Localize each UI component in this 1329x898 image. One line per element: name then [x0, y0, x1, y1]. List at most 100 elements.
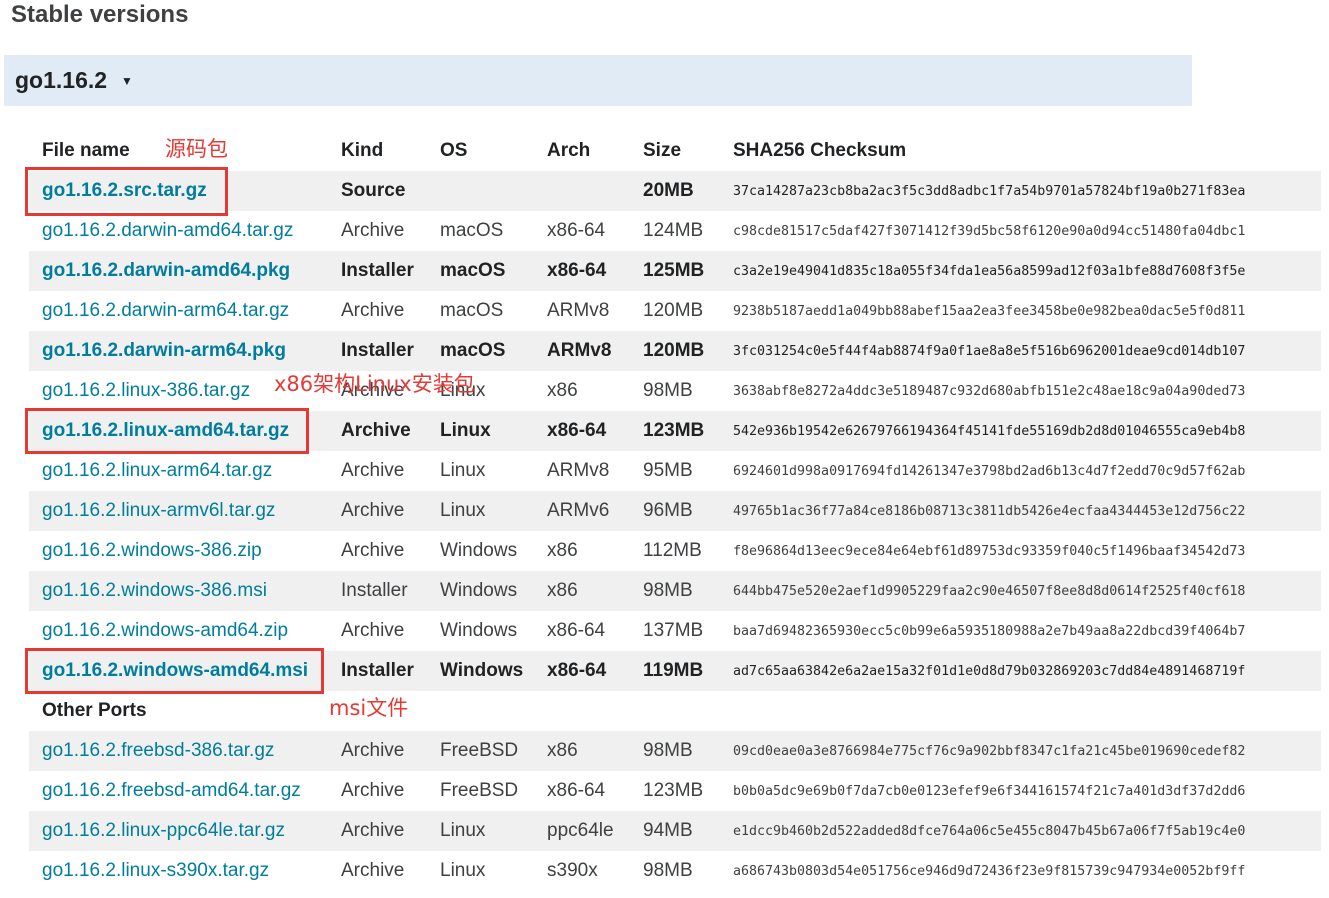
table-row: go1.16.2.darwin-amd64.tar.gz Archive macOS…	[29, 211, 1321, 251]
table-row: go1.16.2.windows-386.msi Installer Windows…	[29, 571, 1321, 611]
arch-cell	[547, 171, 643, 211]
kind-cell: Source	[341, 171, 440, 211]
kind-cell: Archive	[341, 491, 440, 531]
arch-cell: x86-64	[547, 620, 606, 641]
size-cell: 125MB	[643, 251, 733, 291]
kind-cell: Installer	[341, 251, 440, 291]
file-name-cell: go1.16.2.windows-amd64.zip	[29, 611, 341, 651]
other-ports-heading: Other Ports	[29, 691, 1321, 731]
file-name-cell: go1.16.2.darwin-arm64.tar.gz	[29, 291, 341, 331]
column-header-checksum: SHA256 Checksum	[733, 140, 907, 161]
download-link[interactable]: go1.16.2.darwin-arm64.pkg	[42, 340, 286, 361]
table-row: go1.16.2.darwin-amd64.pkg Installer macOS x…	[29, 251, 1321, 291]
column-header-os: OS	[440, 140, 468, 161]
other-ports-row: Other Ports	[29, 691, 1321, 731]
annotation-box-windows-msi	[25, 648, 324, 694]
file-name-cell: go1.16.2.darwin-arm64.pkg	[29, 331, 341, 371]
size-cell: 119MB	[643, 651, 733, 691]
table-row: go1.16.2.darwin-arm64.tar.gz Archive macOS…	[29, 291, 1321, 331]
file-name-cell: go1.16.2.darwin-amd64.pkg	[29, 251, 341, 291]
column-header-arch: Arch	[547, 140, 591, 161]
annotation-box-linux-amd64	[25, 408, 309, 454]
checksum-cell: f8e96864d13eec9ece84e64ebf61d89753dc9335…	[733, 543, 1246, 559]
download-link[interactable]: go1.16.2.darwin-arm64.tar.gz	[42, 300, 289, 321]
kind-cell: Installer	[341, 571, 440, 611]
arch-cell: x86-64	[547, 411, 643, 451]
checksum-cell: 542e936b19542e62679766194364f45141fde551…	[733, 411, 1321, 451]
arch-cell: x86-64	[547, 251, 643, 291]
checksum-cell: 644bb475e520e2aef1d9905229faa2c90e46507f…	[733, 571, 1321, 611]
arch-cell: x86	[547, 380, 578, 401]
arch-cell: x86-64	[547, 780, 606, 801]
checksum-cell: 09cd0eae0a3e8766984e775cf76c9a902bbf8347…	[733, 731, 1321, 771]
download-link[interactable]: go1.16.2.freebsd-386.tar.gz	[42, 740, 274, 761]
checksum-cell: c98cde81517c5daf427f3071412f39d5bc58f612…	[733, 223, 1246, 239]
download-link[interactable]: go1.16.2.darwin-amd64.pkg	[42, 260, 290, 281]
checksum-cell: 3638abf8e8272a4ddc3e5189487c932d680abfb1…	[733, 383, 1246, 399]
arch-cell: x86	[547, 731, 643, 771]
download-link[interactable]: go1.16.2.windows-386.msi	[42, 580, 267, 601]
table-row: go1.16.2.darwin-arm64.pkg Installer macOS A…	[29, 331, 1321, 371]
size-cell: 98MB	[643, 731, 733, 771]
size-cell: 123MB	[643, 780, 704, 801]
size-cell: 95MB	[643, 460, 693, 481]
annotation-source-package: 源码包	[165, 137, 228, 161]
kind-cell: Archive	[341, 731, 440, 771]
os-cell: Linux	[440, 811, 547, 851]
table-row: go1.16.2.linux-386.tar.gz Archive Linux x86…	[29, 371, 1321, 411]
download-link[interactable]: go1.16.2.windows-386.zip	[42, 540, 262, 561]
os-cell: Linux	[440, 411, 547, 451]
size-cell: 96MB	[643, 491, 733, 531]
download-link[interactable]: go1.16.2.darwin-amd64.tar.gz	[42, 220, 293, 241]
os-cell: macOS	[440, 251, 547, 291]
checksum-cell: 3fc031254c0e5f44f4ab8874f9a0f1ae8a8e5f51…	[733, 331, 1321, 371]
os-cell	[440, 171, 547, 211]
os-cell: macOS	[440, 331, 547, 371]
checksum-cell: 49765b1ac36f77a84ce8186b08713c3811db5426…	[733, 491, 1321, 531]
kind-cell: Archive	[341, 460, 405, 481]
section-title: Stable versions	[11, 1, 189, 28]
kind-cell: Archive	[341, 860, 405, 881]
arch-cell: x86-64	[547, 651, 643, 691]
kind-cell: Archive	[341, 780, 405, 801]
file-name-cell: go1.16.2.darwin-amd64.tar.gz	[29, 211, 341, 251]
download-link[interactable]: go1.16.2.linux-arm64.tar.gz	[42, 460, 272, 481]
size-cell: 98MB	[643, 860, 693, 881]
download-link[interactable]: go1.16.2.windows-amd64.zip	[42, 620, 288, 641]
table-row: go1.16.2.freebsd-386.tar.gz Archive FreeBS…	[29, 731, 1321, 771]
size-cell: 120MB	[643, 300, 704, 321]
download-link[interactable]: go1.16.2.linux-ppc64le.tar.gz	[42, 820, 285, 841]
arch-cell: ARMv8	[547, 300, 610, 321]
arch-cell: ppc64le	[547, 811, 643, 851]
os-cell: Linux	[440, 860, 486, 881]
file-name-cell: go1.16.2.windows-386.msi	[29, 571, 341, 611]
table-row: go1.16.2.freebsd-amd64.tar.gz Archive Free…	[29, 771, 1321, 811]
kind-cell: Archive	[341, 300, 405, 321]
table-row: go1.16.2.windows-amd64.zip Archive Windows…	[29, 611, 1321, 651]
arch-cell: x86-64	[547, 220, 606, 241]
checksum-cell: 37ca14287a23cb8ba2ac3f5c3dd8adbc1f7a54b9…	[733, 171, 1321, 211]
size-cell: 123MB	[643, 411, 733, 451]
table-row: go1.16.2.linux-ppc64le.tar.gz Archive Linu…	[29, 811, 1321, 851]
checksum-cell: c3a2e19e49041d835c18a055f34fda1ea56a8599…	[733, 251, 1321, 291]
arch-cell: ARMv8	[547, 331, 643, 371]
arch-cell: x86	[547, 540, 578, 561]
arch-cell: s390x	[547, 860, 598, 881]
kind-cell: Archive	[341, 220, 405, 241]
table-row: go1.16.2.linux-armv6l.tar.gz Archive Linux…	[29, 491, 1321, 531]
checksum-cell: 9238b5187aedd1a049bb88abef15aa2ea3fee345…	[733, 303, 1246, 319]
download-link[interactable]: go1.16.2.linux-386.tar.gz	[42, 380, 250, 401]
kind-cell: Archive	[341, 811, 440, 851]
file-name-cell: go1.16.2.linux-arm64.tar.gz	[29, 451, 341, 491]
downloads-page: Stable versions go1.16.2 ▼ File name Kin…	[0, 0, 1329, 898]
download-link[interactable]: go1.16.2.linux-s390x.tar.gz	[42, 860, 269, 881]
download-link[interactable]: go1.16.2.linux-armv6l.tar.gz	[42, 500, 275, 521]
os-cell: Windows	[440, 651, 547, 691]
download-link[interactable]: go1.16.2.freebsd-amd64.tar.gz	[42, 780, 301, 801]
file-name-cell: go1.16.2.windows-386.zip	[29, 531, 341, 571]
kind-cell: Archive	[341, 411, 440, 451]
annotation-msi-file: msi文件	[329, 696, 409, 720]
version-toggle[interactable]: go1.16.2 ▼	[4, 55, 1192, 106]
checksum-cell: 6924601d998a0917694fd14261347e3798bd2ad6…	[733, 463, 1246, 479]
checksum-cell: ad7c65aa63842e6a2ae15a32f01d1e0d8d79b032…	[733, 651, 1321, 691]
